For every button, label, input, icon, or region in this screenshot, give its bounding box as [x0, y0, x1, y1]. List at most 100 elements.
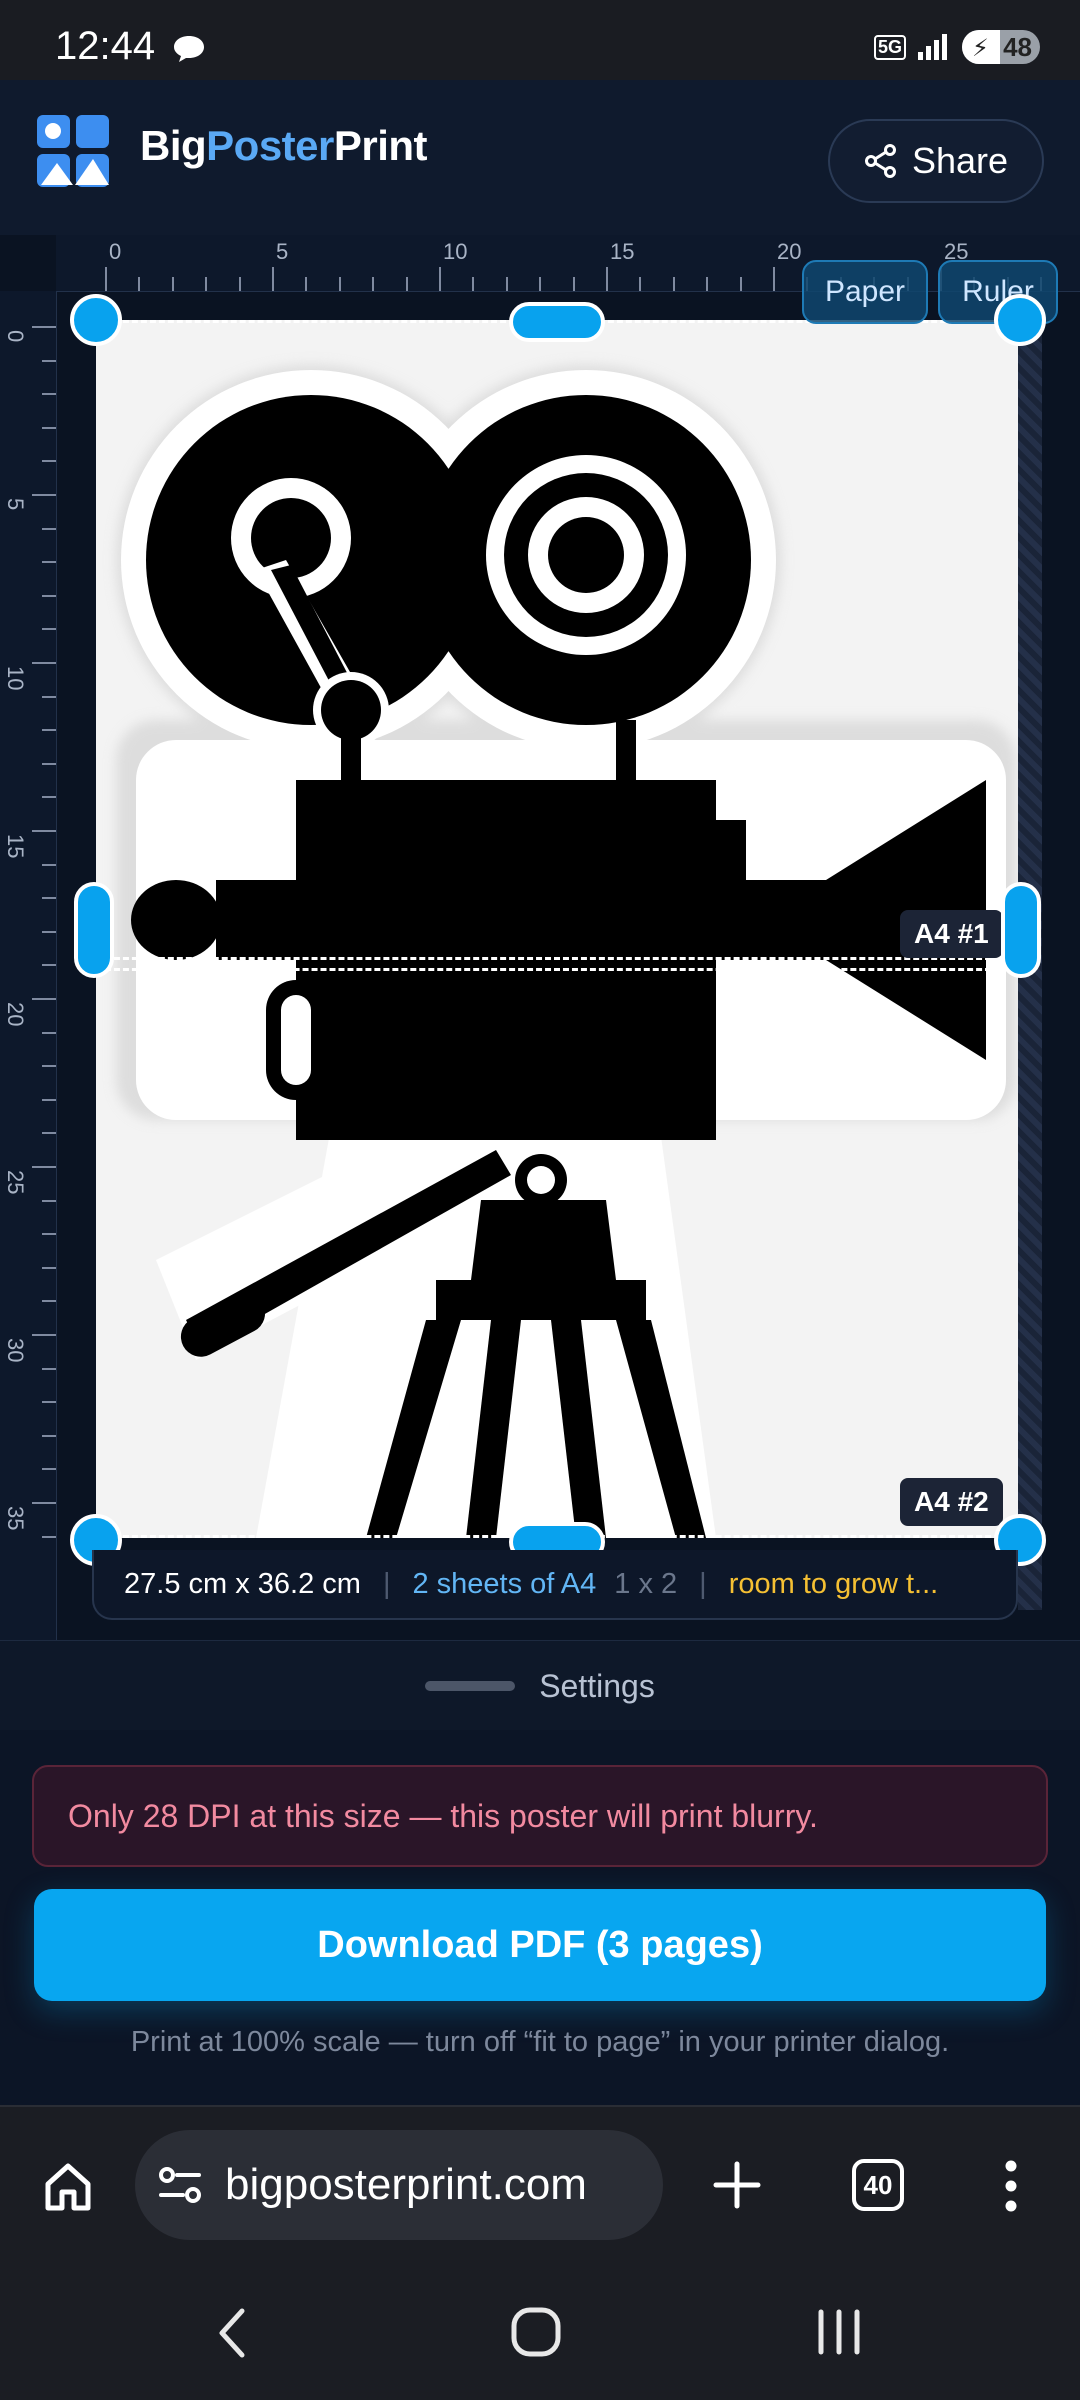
ruler-tick [42, 1434, 56, 1437]
brand-part-2: Poster [206, 122, 334, 169]
separator: | [382, 1567, 391, 1600]
paper-toggle[interactable]: Paper [802, 260, 928, 324]
ruler-label: 0 [109, 239, 122, 264]
movie-camera-image [116, 365, 1016, 1538]
dpi-warning: Only 28 DPI at this size — this poster w… [32, 1765, 1048, 1867]
more-menu-icon[interactable] [996, 2158, 1026, 2219]
ruler-tick [505, 277, 508, 291]
home-nav-icon[interactable] [510, 2306, 562, 2363]
resize-handle-left[interactable] [74, 882, 114, 978]
ruler-label: 25 [3, 1170, 28, 1195]
tab-switcher-button[interactable]: 40 [852, 2159, 904, 2211]
ruler-label: 30 [3, 1338, 28, 1363]
ruler-tick [42, 1468, 56, 1471]
ruler-tick [32, 662, 56, 664]
ruler-tick [739, 277, 742, 291]
sheet-label-2: A4 #2 [900, 1478, 1003, 1526]
ruler-label: 35 [3, 1506, 28, 1531]
ruler-tick [606, 267, 608, 291]
page-split-line [96, 957, 1018, 960]
settings-drawer-handle[interactable]: Settings [0, 1640, 1080, 1732]
ruler-tick [105, 267, 107, 291]
ruler-tick [42, 1367, 56, 1370]
settings-label: Settings [539, 1667, 655, 1704]
ruler-label: 15 [3, 834, 28, 859]
ruler-tick [773, 267, 775, 291]
ruler-tick [42, 762, 56, 765]
ruler-tick [42, 359, 56, 362]
share-label: Share [911, 140, 1009, 181]
logo-icon [37, 115, 109, 187]
ruler-tick [42, 1401, 56, 1404]
ruler-label: 20 [777, 239, 802, 264]
ruler-tick [42, 561, 56, 564]
ruler-tick [42, 1098, 56, 1101]
ruler-tick [42, 628, 56, 631]
ruler-tick [572, 277, 575, 291]
ruler-tick [42, 594, 56, 597]
sheet-label-1: A4 #1 [900, 910, 1003, 958]
poster-image[interactable] [96, 320, 1018, 1538]
ruler-tick [42, 1300, 56, 1303]
status-time: 12:44 [55, 24, 156, 68]
resize-handle-right[interactable] [1001, 882, 1041, 978]
drag-grip[interactable] [425, 1681, 516, 1691]
resize-handle-top[interactable] [509, 302, 605, 342]
battery-level: 48 [1003, 31, 1032, 62]
brand-name: BigPosterPrint [140, 122, 428, 170]
ruler-tick [272, 267, 274, 291]
ruler-tick [32, 1166, 56, 1168]
brand-part-1: Big [140, 122, 207, 169]
ruler-tick [32, 830, 56, 832]
share-icon [864, 144, 896, 178]
ruler-tick [672, 277, 675, 291]
ruler-tick [42, 393, 56, 396]
ruler-tick [42, 426, 56, 429]
ruler-tick [32, 1502, 56, 1504]
ruler-tick [42, 1233, 56, 1236]
ruler-tick [639, 277, 642, 291]
ruler-tick [372, 277, 375, 291]
ruler-tick [42, 1535, 56, 1538]
resize-handle-top-left[interactable] [70, 294, 122, 346]
ruler-tick [32, 998, 56, 1000]
ruler-tick [171, 277, 174, 291]
poster-size: 27.5 cm x 36.2 cm [124, 1567, 361, 1600]
ruler-tick [138, 277, 141, 291]
home-icon[interactable] [42, 2160, 94, 2217]
download-label: Download PDF (3 pages) [317, 1923, 763, 1966]
resize-handle-top-right[interactable] [994, 294, 1046, 346]
ruler-tick [32, 494, 56, 496]
ruler-tick [305, 277, 308, 291]
url-text: bigposterprint.com [225, 2160, 587, 2209]
separator: | [699, 1567, 707, 1600]
ruler-tick [42, 1199, 56, 1202]
ruler-tick [42, 695, 56, 698]
site-settings-icon[interactable] [157, 2162, 203, 2208]
back-icon[interactable] [212, 2305, 252, 2366]
share-button[interactable]: Share [828, 119, 1044, 203]
ruler-tick [205, 277, 208, 291]
status-icons: 5G ⚡ 48 [873, 30, 1040, 64]
ruler-tick [472, 277, 475, 291]
chat-bubble-icon [172, 34, 206, 69]
tab-count: 40 [863, 2169, 893, 2200]
poster-info-bar: 27.5 cm x 36.2 cm | 2 sheets of A4 1 x 2… [92, 1550, 1018, 1620]
recents-icon[interactable] [816, 2308, 862, 2361]
ruler-tick [42, 796, 56, 799]
ruler-label: 5 [276, 239, 289, 264]
ruler-tick [42, 930, 56, 933]
ruler-label: 0 [3, 330, 28, 343]
size-note: room to grow t... [728, 1567, 939, 1600]
ruler-tick [42, 863, 56, 866]
address-bar[interactable]: bigposterprint.com [135, 2130, 663, 2240]
brand-part-3: Print [333, 122, 428, 169]
ruler-tick [32, 326, 56, 328]
ruler-tick [539, 277, 542, 291]
signal-icon [918, 34, 947, 60]
new-tab-icon[interactable] [712, 2160, 762, 2215]
battery-icon: ⚡ 48 [962, 30, 1040, 64]
ruler-tick [439, 267, 441, 291]
print-hint: Print at 100% scale — turn off “fit to p… [130, 2026, 950, 2058]
download-pdf-button[interactable]: Download PDF (3 pages) [34, 1889, 1046, 2001]
